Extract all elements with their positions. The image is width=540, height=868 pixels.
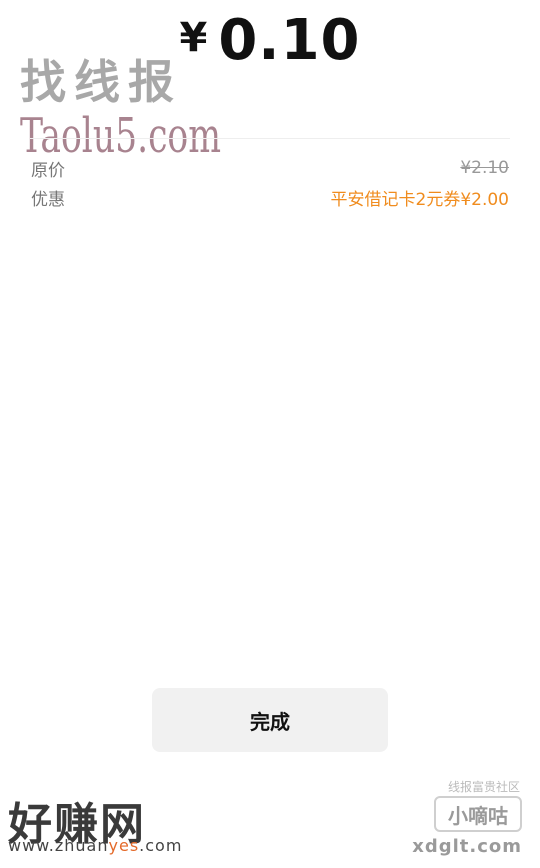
watermark-url-post: .com <box>139 836 183 855</box>
original-price-label: 原价 <box>31 160 65 181</box>
watermark-xdgl-url: xdglt.com <box>412 836 522 857</box>
watermark-url-hl: yes <box>108 836 140 855</box>
watermark-xdgl-logo: 小嘀咕 <box>434 796 522 832</box>
done-button[interactable]: 完成 <box>152 688 388 752</box>
original-price-row: 原价 ¥2.10 <box>31 155 509 181</box>
watermark-url-pre: www.zhuan <box>8 836 109 855</box>
watermark-zhaoxianbao: 找线报 <box>20 55 182 109</box>
watermark-haozhuanwang-url: www.zhuanyes.com <box>8 836 182 855</box>
divider <box>30 138 510 139</box>
currency-symbol: ¥ <box>179 15 209 61</box>
original-price-value: ¥2.10 <box>460 158 509 178</box>
watermark-xdgl-caption: 线报富贵社区 <box>447 780 520 794</box>
amount-value: 0.10 <box>218 8 361 73</box>
discount-row: 优惠 平安借记卡2元券¥2.00 <box>31 184 509 210</box>
discount-label: 优惠 <box>31 189 65 210</box>
discount-value: 平安借记卡2元券¥2.00 <box>330 189 509 210</box>
